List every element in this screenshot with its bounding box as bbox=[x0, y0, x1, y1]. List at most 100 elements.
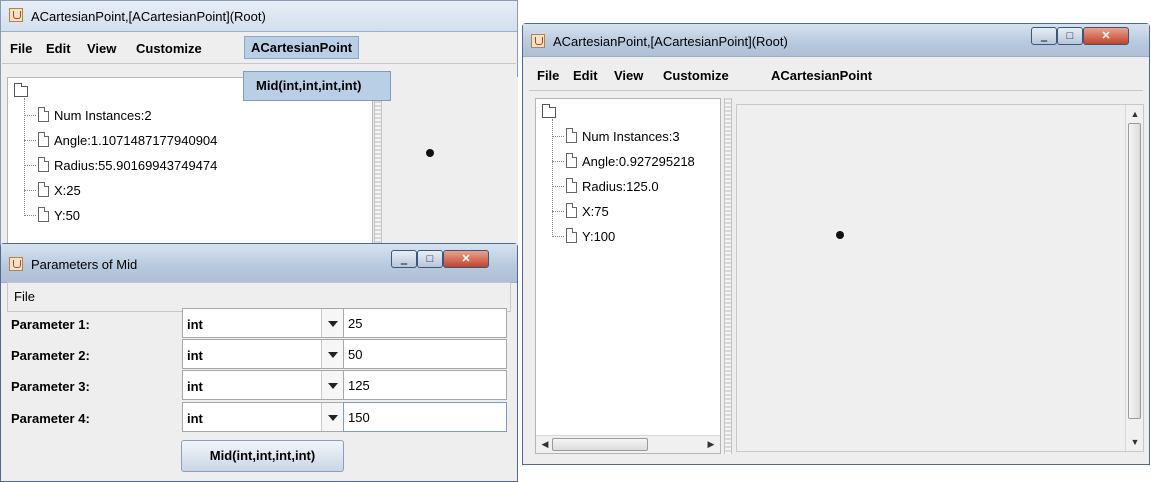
menu-edit[interactable]: Edit bbox=[46, 41, 71, 56]
tree-node-label: X:25 bbox=[54, 183, 81, 198]
tree-node-radius[interactable]: Radius:55.90169943749474 bbox=[8, 156, 372, 176]
parameter-3-input[interactable] bbox=[344, 371, 506, 399]
drawing-canvas[interactable]: ▲ ▼ bbox=[736, 104, 1144, 452]
title-bar[interactable]: ACartesianPoint,[ACartesianPoint](Root) bbox=[1, 1, 517, 32]
scroll-thumb[interactable] bbox=[552, 438, 648, 451]
selected-type: int bbox=[187, 348, 203, 363]
tree-node-angle[interactable]: Angle:1.1071487177940904 bbox=[8, 131, 372, 151]
scroll-down-icon[interactable]: ▼ bbox=[1128, 435, 1142, 449]
tree-node-x[interactable]: X:25 bbox=[8, 181, 372, 201]
parameter-4-label: Parameter 4: bbox=[11, 411, 90, 426]
parameter-4-type-select[interactable]: int bbox=[182, 402, 345, 432]
parameter-4-input[interactable] bbox=[344, 403, 506, 431]
selected-type: int bbox=[187, 379, 203, 394]
parameter-1-input[interactable] bbox=[344, 309, 506, 337]
menu-acartesianpoint[interactable]: ACartesianPoint bbox=[771, 68, 872, 83]
maximize-icon: □ bbox=[426, 253, 434, 265]
tree-branch bbox=[24, 115, 36, 116]
parameter-3-type-select[interactable]: int bbox=[182, 370, 345, 400]
drawing-canvas[interactable] bbox=[384, 77, 518, 251]
menu-file[interactable]: File bbox=[14, 289, 35, 304]
tree-branch bbox=[24, 140, 36, 141]
maximize-icon: □ bbox=[1066, 30, 1074, 42]
tree-node-label: Radius:125.0 bbox=[582, 179, 659, 194]
tree-node-num-instances[interactable]: Num Instances:2 bbox=[8, 106, 372, 126]
selected-type: int bbox=[187, 317, 203, 332]
close-button[interactable]: ✕ bbox=[1083, 27, 1129, 45]
tree-node-angle[interactable]: Angle:0.927295218 bbox=[536, 152, 720, 172]
tree-node-num-instances[interactable]: Num Instances:3 bbox=[536, 127, 720, 147]
parameter-1-value-field[interactable] bbox=[343, 308, 507, 338]
tree-node-x[interactable]: X:75 bbox=[536, 202, 720, 222]
menu-view[interactable]: View bbox=[87, 41, 116, 56]
menu-edit[interactable]: Edit bbox=[573, 68, 598, 83]
document-icon bbox=[566, 178, 577, 193]
parameter-1-type-select[interactable]: int bbox=[182, 308, 345, 338]
menu-acartesianpoint[interactable]: ACartesianPoint bbox=[244, 36, 360, 59]
chevron-down-icon[interactable] bbox=[321, 403, 344, 431]
menu-file[interactable]: File bbox=[10, 41, 32, 56]
tree-node-y[interactable]: Y:50 bbox=[8, 206, 372, 226]
document-icon bbox=[566, 153, 577, 168]
minimize-button[interactable]: ‗ bbox=[391, 250, 417, 268]
window-title: Parameters of Mid bbox=[31, 257, 138, 272]
menu-popup-mid[interactable]: Mid(int,int,int,int) bbox=[243, 71, 391, 101]
mid-invoke-button[interactable]: Mid(int,int,int,int) bbox=[181, 440, 344, 472]
tree-node-radius[interactable]: Radius:125.0 bbox=[536, 177, 720, 197]
parameter-3-label: Parameter 3: bbox=[11, 379, 90, 394]
scroll-thumb[interactable] bbox=[1128, 123, 1141, 419]
chevron-down-icon[interactable] bbox=[321, 309, 344, 337]
menu-view[interactable]: View bbox=[614, 68, 643, 83]
tree-node-y[interactable]: Y:100 bbox=[536, 227, 720, 247]
parameter-1-label: Parameter 1: bbox=[11, 317, 90, 332]
selected-type: int bbox=[187, 411, 203, 426]
folder-icon[interactable] bbox=[542, 104, 556, 118]
close-icon: ✕ bbox=[1101, 30, 1111, 42]
menu-customize[interactable]: Customize bbox=[136, 41, 202, 56]
tree-node-label: Angle:0.927295218 bbox=[582, 154, 695, 169]
menu-bar: File Edit View Customize ACartesianPoint bbox=[529, 60, 1143, 91]
folder-icon[interactable] bbox=[14, 83, 28, 97]
document-icon bbox=[38, 207, 49, 222]
document-icon bbox=[566, 128, 577, 143]
close-button[interactable]: ✕ bbox=[443, 250, 489, 268]
scroll-left-icon[interactable]: ◀ bbox=[538, 437, 552, 451]
window-title: ACartesianPoint,[ACartesianPoint](Root) bbox=[553, 34, 788, 49]
point-dot-icon bbox=[426, 149, 434, 157]
maximize-button[interactable]: □ bbox=[417, 250, 443, 268]
minimize-button[interactable]: ‗ bbox=[1031, 27, 1057, 45]
scroll-right-icon[interactable]: ▶ bbox=[704, 437, 718, 451]
tree-node-label: Num Instances:3 bbox=[582, 129, 680, 144]
close-icon: ✕ bbox=[461, 253, 471, 265]
chevron-down-icon[interactable] bbox=[321, 371, 344, 399]
document-icon bbox=[566, 203, 577, 218]
title-bar[interactable]: ACartesianPoint,[ACartesianPoint](Root) … bbox=[523, 24, 1149, 57]
menu-customize[interactable]: Customize bbox=[663, 68, 729, 83]
tree-node-label: X:75 bbox=[582, 204, 609, 219]
title-bar[interactable]: Parameters of Mid ‗ □ ✕ bbox=[1, 244, 517, 283]
split-pane-divider[interactable] bbox=[374, 77, 382, 251]
menu-item-mid[interactable]: Mid(int,int,int,int) bbox=[256, 78, 361, 93]
chevron-down-icon[interactable] bbox=[321, 340, 344, 368]
tree-branch bbox=[24, 190, 36, 191]
parameter-2-type-select[interactable]: int bbox=[182, 339, 345, 369]
document-icon bbox=[38, 107, 49, 122]
horizontal-scrollbar[interactable]: ◀ ▶ bbox=[536, 435, 720, 453]
document-icon bbox=[38, 157, 49, 172]
split-pane-divider[interactable] bbox=[724, 98, 732, 454]
menu-bar: File Edit View Customize ACartesianPoint bbox=[2, 35, 516, 64]
maximize-button[interactable]: □ bbox=[1057, 27, 1083, 45]
menu-file[interactable]: File bbox=[537, 68, 559, 83]
parameter-3-value-field[interactable] bbox=[343, 370, 507, 400]
parameter-4-value-field[interactable] bbox=[343, 402, 507, 432]
vertical-scrollbar[interactable]: ▲ ▼ bbox=[1125, 105, 1143, 451]
tree-branch bbox=[552, 236, 564, 237]
tree-branch bbox=[552, 211, 564, 212]
main-window-right: ACartesianPoint,[ACartesianPoint](Root) … bbox=[522, 23, 1150, 465]
scroll-up-icon[interactable]: ▲ bbox=[1128, 107, 1142, 121]
tree-branch bbox=[552, 161, 564, 162]
tree-branch bbox=[552, 186, 564, 187]
parameter-2-value-field[interactable] bbox=[343, 339, 507, 369]
parameter-2-input[interactable] bbox=[344, 340, 506, 368]
tree-branch bbox=[24, 215, 36, 216]
